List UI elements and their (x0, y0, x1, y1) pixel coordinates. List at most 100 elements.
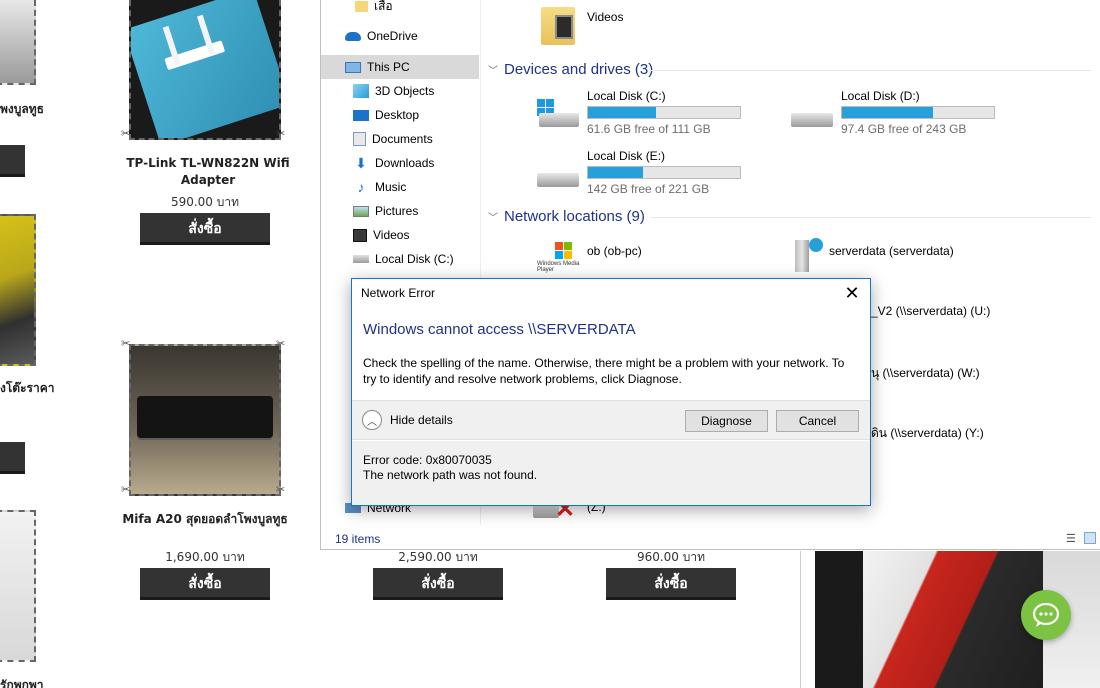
nav-item-music[interactable]: ♪ Music (321, 175, 479, 199)
drive-icon (537, 159, 581, 187)
product-name-fragment: พงบูลทูธ (0, 102, 44, 116)
network-item-y-drive[interactable]: ดิน (\\serverdata) (Y:) (871, 424, 984, 443)
nav-item-local-disk-c[interactable]: Local Disk (C:) (321, 247, 479, 271)
videos-folder-icon (541, 7, 575, 45)
product-image-left-top[interactable] (0, 0, 36, 85)
dialog-message: Check the spelling of the name. Otherwis… (363, 356, 845, 386)
product-image-left-bottom[interactable] (0, 510, 36, 662)
group-header-label: Network locations (9) (504, 208, 645, 225)
drive-usage-fill (588, 107, 657, 118)
computer-icon (345, 61, 361, 73)
scissor-icon: ✂ (121, 483, 131, 496)
dialog-title: Network Error (361, 286, 436, 300)
nav-item-this-pc[interactable]: This PC (321, 55, 479, 79)
close-button[interactable]: ✕ (842, 283, 862, 303)
status-bar: 19 items (321, 528, 1100, 550)
nav-item-onedrive[interactable]: OneDrive (321, 24, 479, 48)
network-item-w-drive[interactable]: นุ (\\serverdata) (W:) (871, 364, 980, 383)
product-price: 2,590.00 บาท (398, 550, 478, 564)
chevron-down-icon: ﹀ (488, 66, 498, 77)
network-item-serverdata[interactable]: serverdata (serverdata) (793, 236, 1053, 276)
scissor-icon: ✂ (276, 337, 286, 350)
drive-item-d[interactable]: Local Disk (D:) 97.4 GB free of 243 GB (791, 89, 1031, 139)
drive-usage-bar (587, 106, 741, 119)
product-name[interactable]: TP-Link TL-WN822N Wifi Adapter (118, 155, 298, 189)
videos-icon (353, 228, 367, 242)
nav-item-documents[interactable]: Documents (321, 127, 479, 151)
drive-icon (791, 99, 835, 127)
product-image-tplink[interactable] (129, 0, 281, 140)
chevron-down-icon: ﹀ (488, 213, 498, 224)
dialog-details: Error code: 0x80070035 The network path … (352, 441, 870, 505)
nav-item-pictures[interactable]: Pictures (321, 199, 479, 223)
scissor-icon: ✂ (121, 127, 131, 140)
nav-item-label: Downloads (375, 156, 435, 170)
network-item-label: ob (ob-pc) (587, 244, 642, 258)
nav-item-videos[interactable]: Videos (321, 223, 479, 247)
network-item-u-drive[interactable]: _V2 (\\serverdata) (U:) (871, 304, 990, 318)
cancel-button[interactable]: Cancel (776, 410, 859, 432)
divider (651, 70, 1091, 71)
nav-item-desktop[interactable]: Desktop (321, 103, 479, 127)
buy-button[interactable]: สั่งซื้อ (606, 568, 736, 600)
nav-item-label: Videos (373, 228, 410, 242)
drive-name: Local Disk (C:) (587, 89, 666, 103)
nav-item-folder[interactable]: เสือ (321, 0, 479, 18)
divider (651, 217, 1091, 218)
folder-item-videos[interactable]: Videos (541, 5, 681, 49)
nav-item-label: This PC (367, 60, 410, 74)
product-image-left-mid[interactable] (0, 214, 36, 366)
network-item-ob-pc[interactable]: Windows Media Player ob (ob-pc) (537, 240, 737, 276)
nav-item-label: Music (375, 180, 407, 194)
download-icon: ⬇ (355, 155, 367, 171)
product-name-fragment: งโต๊ะราคา (0, 381, 55, 395)
large-icons-view-icon[interactable] (1084, 532, 1096, 544)
buy-button[interactable]: สั่งซื้อ (373, 568, 503, 600)
folder-label: Videos (587, 10, 624, 24)
drive-usage-bar (587, 166, 741, 179)
chat-button[interactable] (1021, 590, 1071, 640)
item-count: 19 items (335, 532, 381, 546)
group-header-network[interactable]: ﹀ Network locations (9) (488, 208, 645, 225)
divider (800, 551, 801, 688)
nav-item-3d-objects[interactable]: 3D Objects (321, 79, 479, 103)
product-price: 960.00 บาท (636, 550, 706, 564)
buy-button[interactable]: สั่งซื้อ (140, 213, 270, 245)
buy-button-fragment[interactable] (0, 145, 25, 177)
drive-free-space: 142 GB free of 221 GB (587, 182, 710, 196)
windows-drive-icon (537, 99, 581, 127)
product-name[interactable]: Mifa A20 สุดยอดลำโพงบูลทูธ (110, 511, 300, 528)
hide-details-label: Hide details (390, 413, 453, 427)
network-item-label: serverdata (serverdata) (829, 244, 954, 258)
group-header-devices[interactable]: ﹀ Devices and drives (3) (488, 61, 653, 78)
details-view-icon[interactable]: ☰ (1066, 532, 1076, 545)
scissor-icon: ✂ (276, 483, 286, 496)
music-icon: ♪ (357, 179, 365, 195)
view-toggle[interactable]: ☰ (1064, 532, 1100, 546)
buy-button[interactable]: สั่งซื้อ (140, 568, 270, 600)
drive-item-c[interactable]: Local Disk (C:) 61.6 GB free of 111 GB (537, 89, 777, 139)
product-image-mifa[interactable] (129, 344, 281, 496)
error-description: The network path was not found. (363, 468, 538, 482)
documents-icon (353, 132, 366, 146)
product-price: 590.00 บาท (170, 195, 240, 209)
drive-name: Local Disk (E:) (587, 149, 666, 163)
nav-item-label: Documents (372, 132, 433, 146)
buy-button-fragment[interactable] (0, 442, 25, 474)
drive-usage-fill (588, 167, 643, 178)
folder-icon (355, 0, 368, 12)
error-code: Error code: 0x80070035 (363, 453, 492, 467)
pictures-icon (353, 205, 369, 217)
cube-icon (353, 84, 369, 98)
desktop-icon (353, 109, 369, 121)
cloud-icon (345, 31, 361, 41)
diagnose-button[interactable]: Diagnose (685, 410, 768, 432)
drive-item-e[interactable]: Local Disk (E:) 142 GB free of 221 GB (537, 149, 777, 199)
network-item-sublabel: Windows Media Player (537, 261, 580, 273)
speaker-art (137, 396, 273, 438)
chat-bubble-icon (1032, 602, 1060, 627)
dialog-heading: Windows cannot access \\SERVERDATA (363, 321, 636, 338)
nav-item-downloads[interactable]: ⬇ Downloads (321, 151, 479, 175)
hide-details-toggle[interactable]: ︿ Hide details (362, 410, 453, 430)
nav-item-label: Pictures (375, 204, 419, 218)
